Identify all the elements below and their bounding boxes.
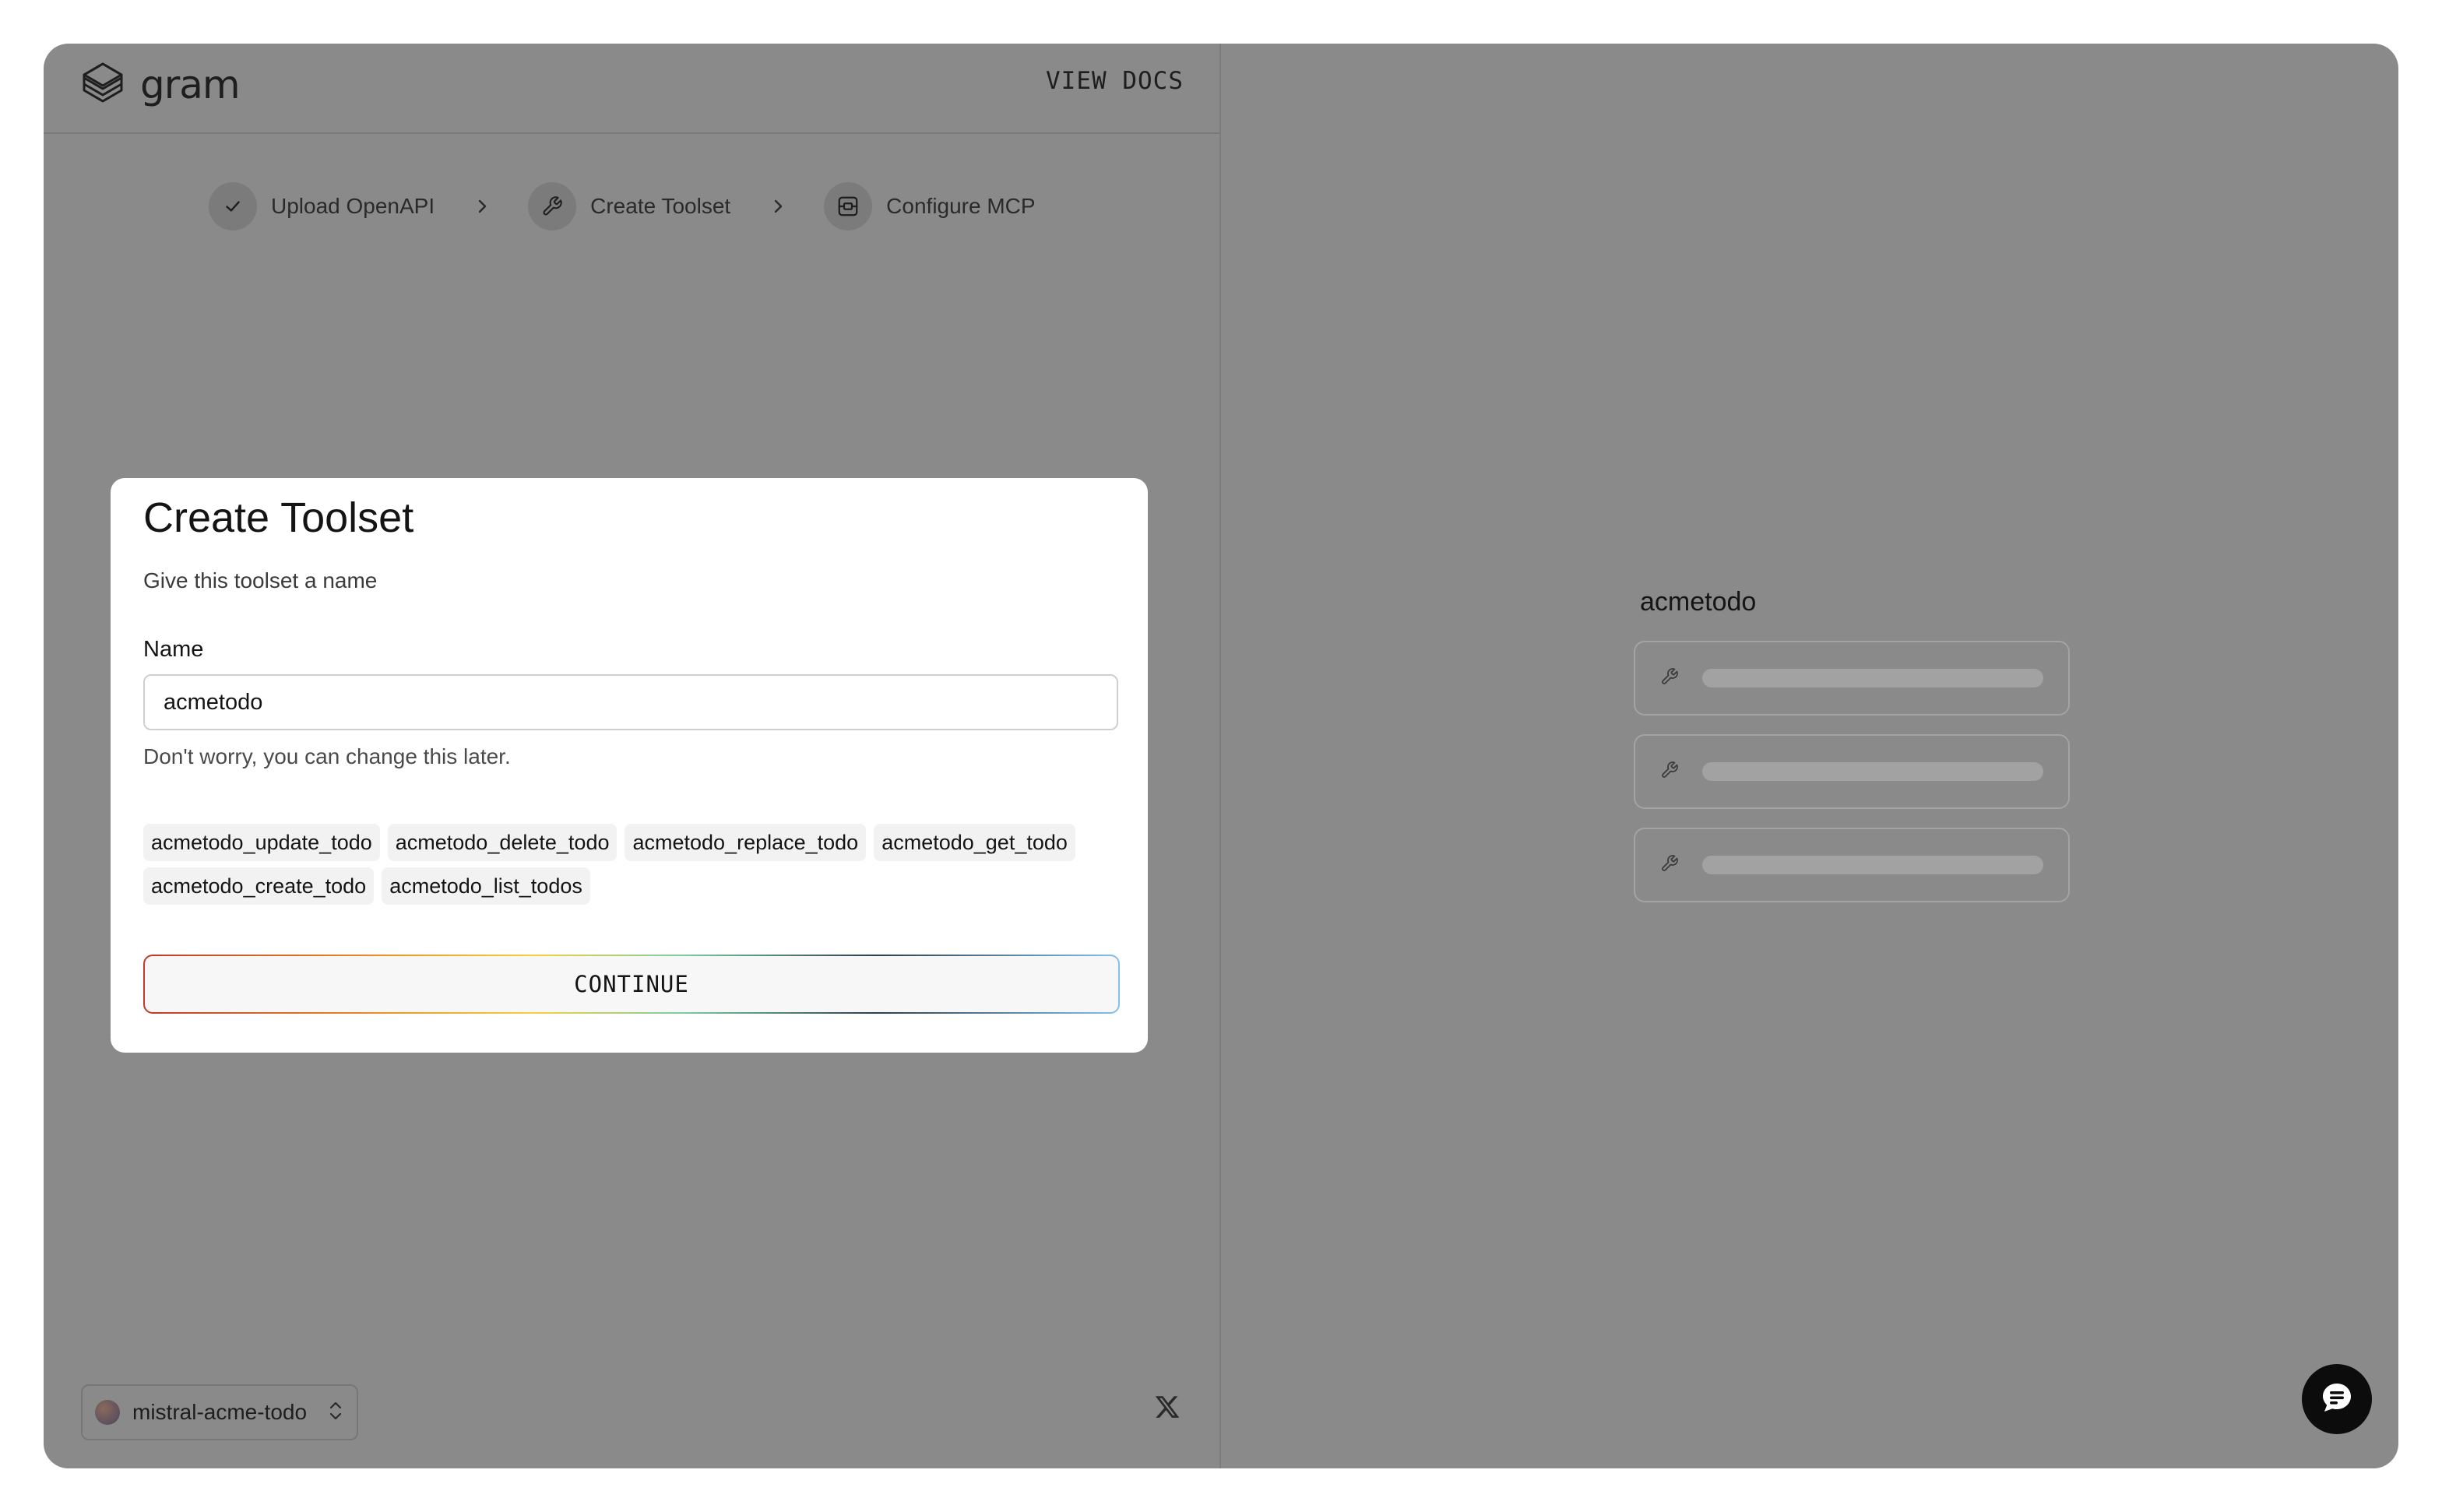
chevron-right-icon <box>771 198 785 215</box>
wrench-icon <box>1660 667 1679 690</box>
wrench-icon <box>1660 761 1679 783</box>
tool-tag: acmetodo_delete_todo <box>387 824 618 861</box>
tool-placeholder-row <box>1634 734 2070 809</box>
step-create-toolset[interactable]: Create Toolset <box>528 182 730 230</box>
tool-tag: acmetodo_replace_todo <box>625 824 867 861</box>
right-pane: acmetodo <box>1221 44 2398 1468</box>
wrench-icon <box>528 182 577 230</box>
x-logo-icon[interactable] <box>1154 1394 1181 1424</box>
skeleton-bar <box>1702 669 2043 687</box>
project-switcher[interactable]: mistral-acme-todo <box>81 1384 358 1440</box>
onboarding-stepper: Upload OpenAPI Create Toolset Configure … <box>209 182 1036 230</box>
dialog-subtitle: Give this toolset a name <box>143 568 378 592</box>
logo-wordmark: gram <box>140 62 241 107</box>
step-upload-openapi[interactable]: Upload OpenAPI <box>209 182 435 230</box>
skeleton-bar <box>1702 856 2043 874</box>
name-label: Name <box>143 637 204 662</box>
top-bar: gram VIEW DOCS <box>44 44 1219 134</box>
tool-placeholder-row <box>1634 828 2070 902</box>
dialog-title: Create Toolset <box>143 494 414 541</box>
gram-logo[interactable]: gram <box>79 59 241 110</box>
create-toolset-dialog: Create Toolset Give this toolset a name … <box>111 478 1148 1053</box>
project-avatar <box>95 1400 120 1425</box>
chevrons-up-down-icon <box>327 1399 344 1426</box>
tool-tag: acmetodo_list_todos <box>382 867 590 905</box>
view-docs-link[interactable]: VIEW DOCS <box>1046 67 1184 95</box>
app-frame: gram VIEW DOCS Upload OpenAPI Create Too… <box>44 44 2398 1468</box>
tool-placeholder-row <box>1634 641 2070 716</box>
step-label: Configure MCP <box>886 194 1036 218</box>
chevron-right-icon <box>475 198 489 215</box>
toolset-name-input[interactable] <box>143 674 1118 730</box>
step-label: Upload OpenAPI <box>271 194 435 218</box>
skeleton-bar <box>1702 762 2043 781</box>
gram-logo-icon <box>79 59 126 110</box>
mcp-server-icon <box>824 182 873 230</box>
project-name: mistral-acme-todo <box>132 1400 308 1424</box>
name-helper-text: Don't worry, you can change this later. <box>143 744 511 768</box>
tool-tag: acmetodo_create_todo <box>143 867 375 905</box>
chat-bubble-icon <box>2318 1379 2356 1420</box>
wrench-icon <box>1660 854 1679 877</box>
toolset-preview: acmetodo <box>1634 587 2070 921</box>
continue-button[interactable]: CONTINUE <box>143 955 1120 1014</box>
check-icon <box>209 182 257 230</box>
step-configure-mcp[interactable]: Configure MCP <box>824 182 1036 230</box>
tool-tag: acmetodo_get_todo <box>874 824 1075 861</box>
tool-tag: acmetodo_update_todo <box>143 824 380 861</box>
chat-support-button[interactable] <box>2302 1364 2372 1434</box>
continue-label: CONTINUE <box>145 956 1118 1012</box>
preview-toolset-name: acmetodo <box>1640 587 1757 617</box>
step-label: Create Toolset <box>590 194 731 218</box>
left-pane: gram VIEW DOCS Upload OpenAPI Create Too… <box>44 44 1221 1468</box>
tool-tag-list: acmetodo_update_todo acmetodo_delete_tod… <box>143 824 1124 905</box>
